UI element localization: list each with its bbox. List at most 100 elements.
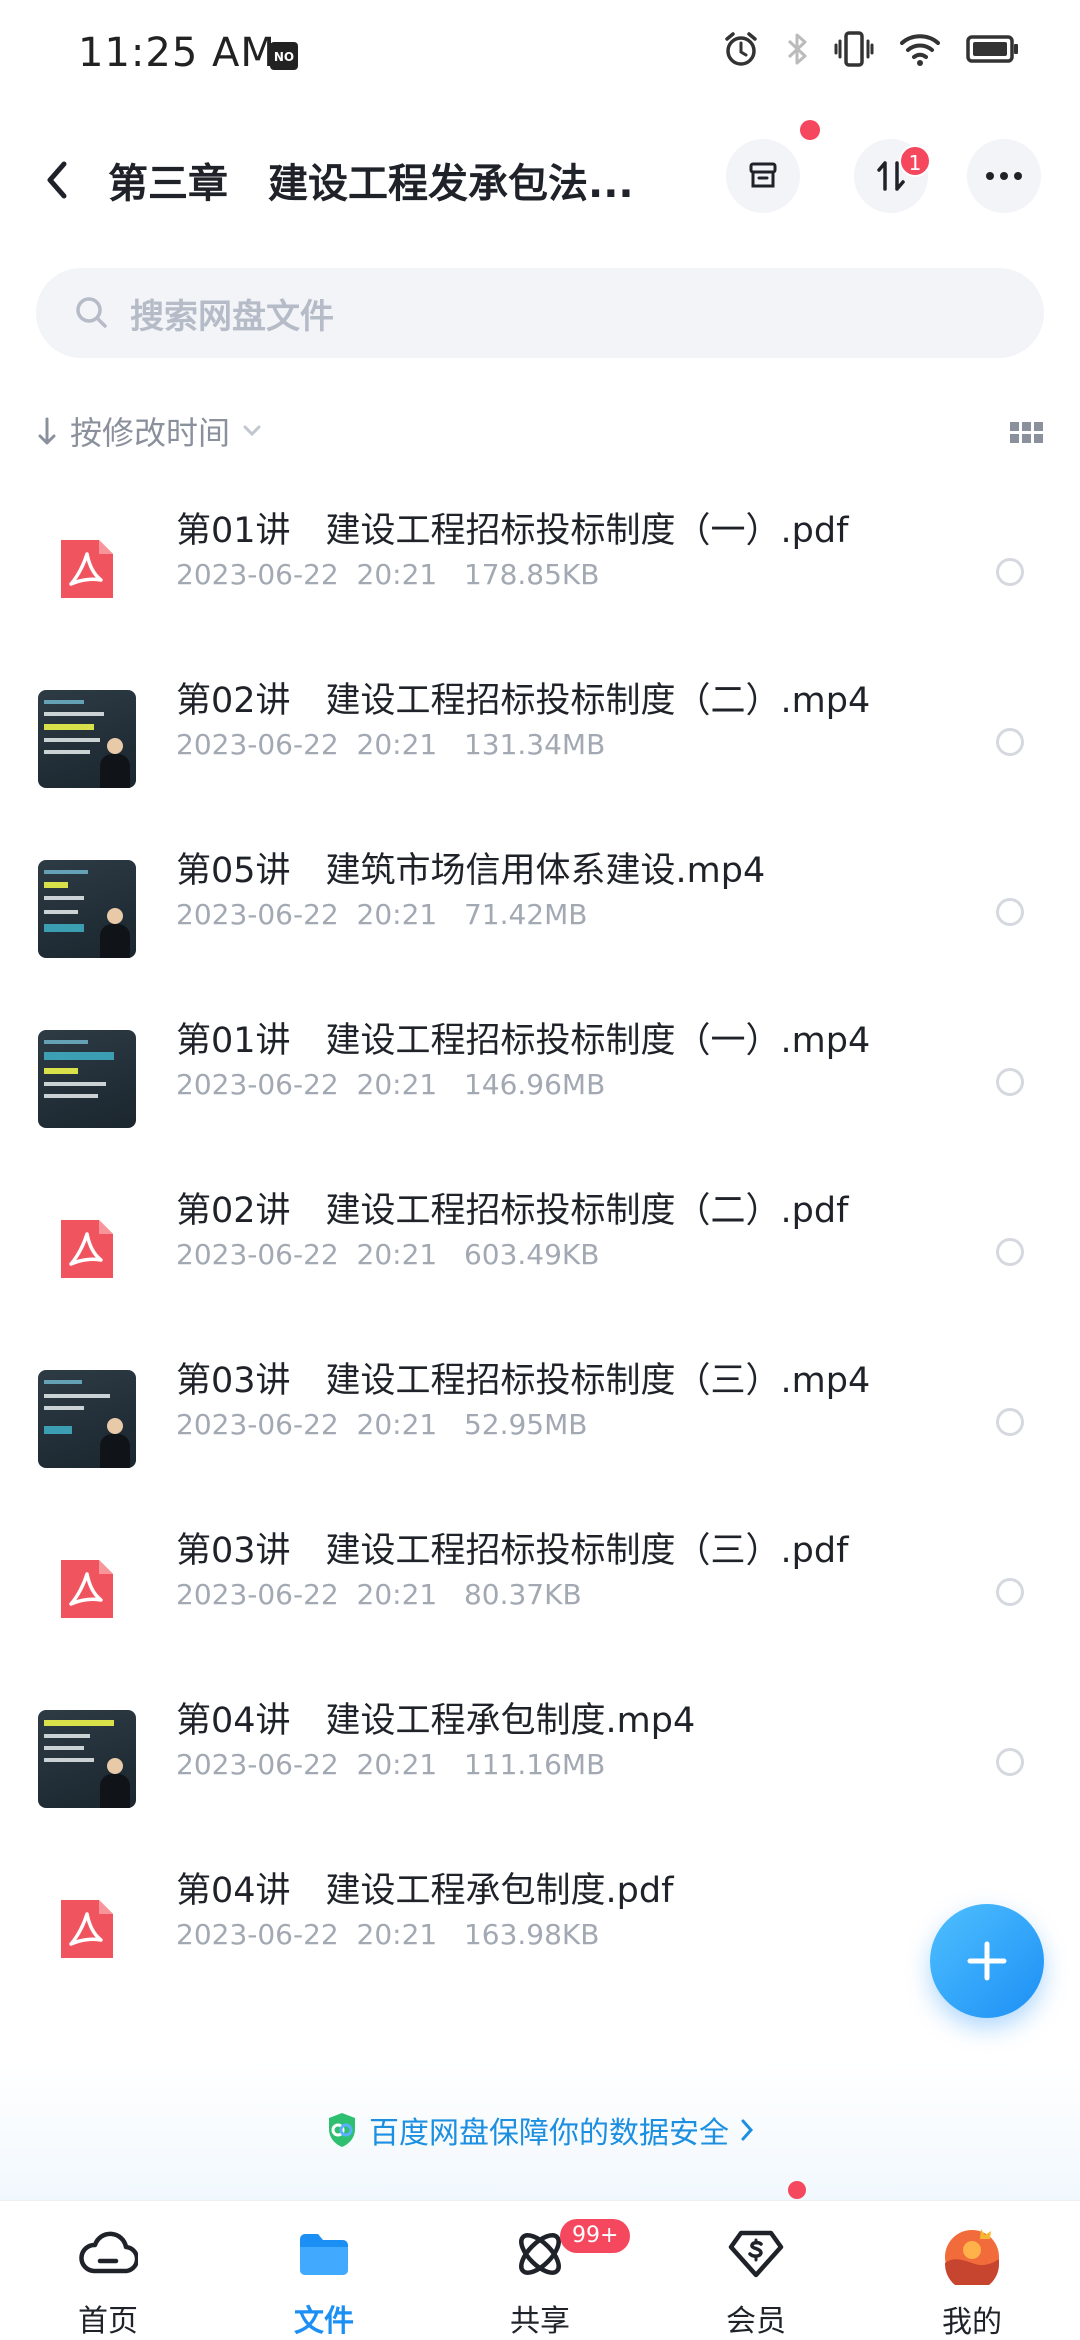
select-checkbox[interactable] — [996, 1068, 1024, 1096]
file-size: 131.34MB — [463, 728, 606, 761]
file-date: 2023-06-22 — [176, 728, 339, 761]
file-meta: 2023-06-22 20:21 131.34MB — [176, 728, 605, 761]
file-size: 178.85KB — [463, 558, 600, 591]
nav-label: 共享 — [510, 2304, 570, 2339]
folder-icon — [292, 2223, 356, 2284]
file-date: 2023-06-22 — [176, 1578, 339, 1611]
file-item[interactable]: 第05讲 建筑市场信用体系建设.mp4 2023-06-22 20:21 71.… — [0, 828, 1080, 998]
file-time: 20:21 — [356, 1918, 438, 1951]
nav-item-files[interactable]: 文件 — [216, 2201, 432, 2340]
file-size: 80.37KB — [463, 1578, 582, 1611]
file-name: 第03讲 建设工程招标投标制度（三）.pdf — [176, 1531, 849, 1571]
archive-button[interactable] — [726, 139, 800, 213]
nfc-icon: NO — [270, 42, 298, 70]
file-item[interactable]: 第01讲 建设工程招标投标制度（一）.pdf 2023-06-22 20:21 … — [0, 488, 1080, 658]
nav-item-vip[interactable]: 会员 — [648, 2201, 864, 2340]
status-bar: 11:25 AM NO — [0, 0, 1080, 110]
file-time: 20:21 — [356, 1748, 438, 1781]
archive-icon — [749, 162, 777, 188]
select-checkbox[interactable] — [996, 1748, 1024, 1776]
video-thumbnail — [38, 1370, 136, 1468]
file-list: 第01讲 建设工程招标投标制度（一）.pdf 2023-06-22 20:21 … — [0, 488, 1080, 2018]
alarm-icon — [725, 32, 757, 66]
file-meta: 2023-06-22 20:21 80.37KB — [176, 1578, 582, 1611]
file-date: 2023-06-22 — [176, 558, 339, 591]
file-time: 20:21 — [356, 1578, 438, 1611]
cloud-home-icon — [76, 2223, 140, 2284]
nav-label: 会员 — [726, 2304, 786, 2339]
file-item[interactable]: 第03讲 建设工程招标投标制度（三）.mp4 2023-06-22 20:21 … — [0, 1338, 1080, 1508]
bluetooth-icon — [787, 33, 807, 65]
nav-item-me[interactable]: 我的 — [864, 2201, 1080, 2340]
pdf-file-icon — [38, 1200, 136, 1298]
select-checkbox[interactable] — [996, 1238, 1024, 1266]
vip-diamond-icon — [724, 2223, 788, 2284]
search-icon — [76, 297, 107, 328]
select-checkbox[interactable] — [996, 898, 1024, 926]
file-meta: 2023-06-22 20:21 146.96MB — [176, 1068, 605, 1101]
search-input[interactable]: 搜索网盘文件 — [36, 268, 1044, 358]
select-checkbox[interactable] — [996, 728, 1024, 756]
file-meta: 2023-06-22 20:21 603.49KB — [176, 1238, 600, 1271]
shield-icon — [329, 2113, 355, 2147]
security-text: 百度网盘保障你的数据安全 — [369, 2116, 729, 2151]
file-name: 第01讲 建设工程招标投标制度（一）.pdf — [176, 511, 849, 551]
back-button[interactable] — [36, 150, 82, 210]
file-size: 163.98KB — [463, 1918, 600, 1951]
add-button[interactable] — [930, 1904, 1044, 2018]
bottom-nav: 首页 文件 共享 会员 我的 99+ — [0, 2181, 1080, 2340]
arrow-down-icon — [38, 417, 56, 445]
security-link[interactable]: 百度网盘保障你的数据安全 — [0, 2108, 1080, 2152]
video-thumbnail — [38, 1710, 136, 1808]
file-size: 52.95MB — [463, 1408, 588, 1441]
transfer-badge: 1 — [899, 145, 931, 177]
file-name: 第04讲 建设工程承包制度.pdf — [176, 1871, 674, 1911]
video-thumbnail — [38, 690, 136, 788]
file-item[interactable]: 第04讲 建设工程承包制度.pdf 2023-06-22 20:21 163.9… — [0, 1848, 1080, 2018]
file-name: 第01讲 建设工程招标投标制度（一）.mp4 — [176, 1021, 871, 1061]
file-date: 2023-06-22 — [176, 898, 339, 931]
video-thumbnail — [38, 860, 136, 958]
select-checkbox[interactable] — [996, 1578, 1024, 1606]
file-meta: 2023-06-22 20:21 163.98KB — [176, 1918, 600, 1951]
file-size: 603.49KB — [463, 1238, 600, 1271]
status-icons — [722, 30, 1020, 68]
file-item[interactable]: 第02讲 建设工程招标投标制度（二）.mp4 2023-06-22 20:21 … — [0, 658, 1080, 828]
video-thumbnail — [38, 1030, 136, 1128]
file-name: 第02讲 建设工程招标投标制度（二）.mp4 — [176, 681, 871, 721]
sort-dropdown[interactable]: 按修改时间 — [36, 408, 262, 454]
sort-label: 按修改时间 — [70, 414, 231, 452]
file-name: 第05讲 建筑市场信用体系建设.mp4 — [176, 851, 766, 891]
security-banner: 百度网盘保障你的数据安全 — [0, 2060, 1080, 2200]
grid-view-toggle[interactable] — [1010, 422, 1044, 444]
file-meta: 2023-06-22 20:21 71.42MB — [176, 898, 587, 931]
file-time: 20:21 — [356, 898, 438, 931]
file-size: 71.42MB — [463, 898, 588, 931]
nav-item-home[interactable]: 首页 — [0, 2201, 216, 2340]
file-item[interactable]: 第04讲 建设工程承包制度.mp4 2023-06-22 20:21 111.1… — [0, 1678, 1080, 1848]
file-name: 第02讲 建设工程招标投标制度（二）.pdf — [176, 1191, 849, 1231]
file-size: 111.16MB — [463, 1748, 606, 1781]
select-checkbox[interactable] — [996, 558, 1024, 586]
select-checkbox[interactable] — [996, 1408, 1024, 1436]
file-size: 146.96MB — [463, 1068, 606, 1101]
plus-icon — [967, 1941, 1007, 1981]
header: 第三章 建设工程发承包法... 1 — [0, 120, 1080, 235]
nav-label: 首页 — [78, 2304, 138, 2339]
file-meta: 2023-06-22 20:21 52.95MB — [176, 1408, 587, 1441]
file-item[interactable]: 第01讲 建设工程招标投标制度（一）.mp4 2023-06-22 20:21 … — [0, 998, 1080, 1168]
more-button[interactable] — [967, 139, 1041, 213]
file-item[interactable]: 第02讲 建设工程招标投标制度（二）.pdf 2023-06-22 20:21 … — [0, 1168, 1080, 1338]
chevron-right-icon — [741, 2119, 754, 2141]
notification-dot — [800, 120, 820, 140]
vibrate-icon — [834, 31, 874, 67]
page-title: 第三章 建设工程发承包法... — [108, 161, 634, 207]
wifi-icon — [900, 34, 940, 66]
file-time: 20:21 — [356, 1408, 438, 1441]
file-date: 2023-06-22 — [176, 1918, 339, 1951]
file-name: 第03讲 建设工程招标投标制度（三）.mp4 — [176, 1361, 871, 1401]
file-date: 2023-06-22 — [176, 1748, 339, 1781]
file-time: 20:21 — [356, 1238, 438, 1271]
more-icon — [986, 172, 1022, 180]
file-item[interactable]: 第03讲 建设工程招标投标制度（三）.pdf 2023-06-22 20:21 … — [0, 1508, 1080, 1678]
